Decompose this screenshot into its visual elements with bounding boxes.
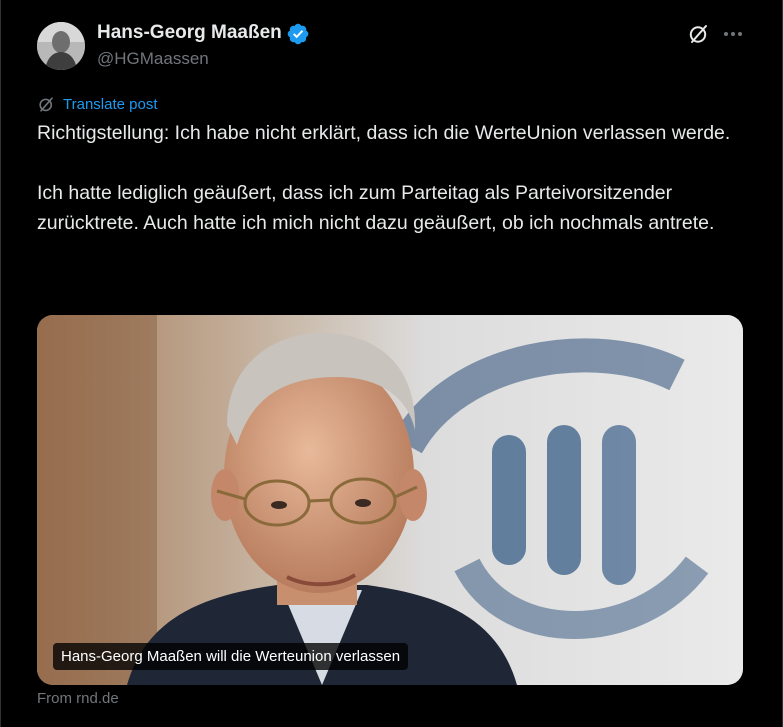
verified-badge-icon[interactable] (287, 23, 309, 45)
translate-post-link[interactable]: Translate post (37, 94, 158, 114)
post-paragraph-2: Ich hatte lediglich geäußert, dass ich z… (37, 182, 715, 234)
author-handle[interactable]: @HGMaassen (97, 49, 209, 69)
link-card-caption[interactable]: Hans-Georg Maaßen will die Werteunion ve… (53, 643, 409, 670)
post-container: Hans-Georg Maaßen @HGMaassen Translate p… (0, 0, 783, 727)
more-options-icon[interactable] (719, 22, 747, 46)
post-text: Richtigstellung: Ich habe nicht erklärt,… (37, 118, 757, 238)
translate-icon (39, 96, 53, 112)
avatar[interactable] (37, 22, 85, 70)
link-card-media[interactable]: Hans-Georg Maaßen will die Werteunion ve… (37, 315, 743, 685)
post-paragraph-1: Richtigstellung: Ich habe nicht erklärt,… (37, 122, 731, 144)
avatar-image (37, 22, 85, 70)
link-card-source[interactable]: From rnd.de (37, 690, 119, 707)
translate-post-label[interactable]: Translate post (63, 96, 158, 113)
grok-icon[interactable] (687, 22, 711, 46)
link-card-image (37, 315, 743, 685)
author-display-name[interactable]: Hans-Georg Maaßen (97, 22, 282, 44)
